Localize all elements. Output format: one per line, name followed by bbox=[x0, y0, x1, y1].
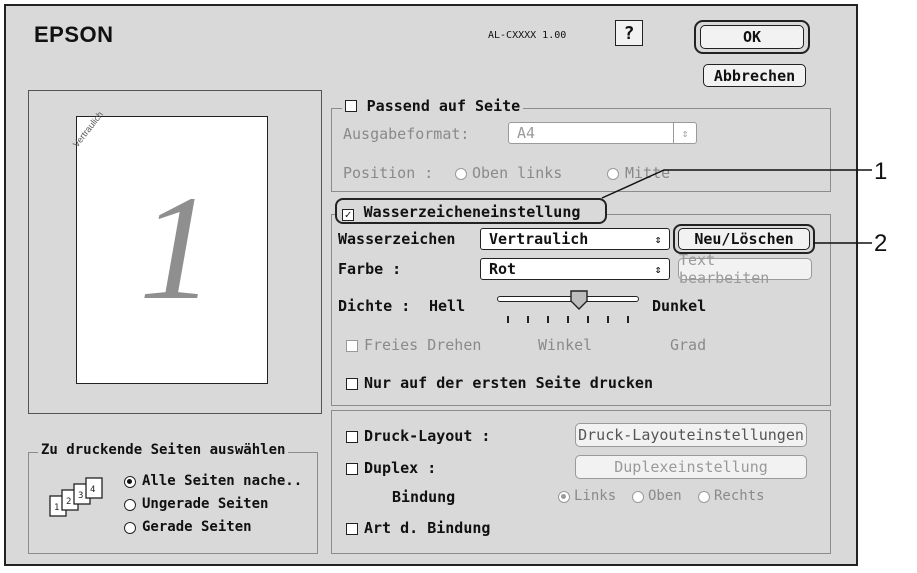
callout-2: 2 bbox=[874, 230, 888, 257]
callout-lines bbox=[601, 169, 872, 244]
callout-1: 1 bbox=[874, 158, 888, 185]
